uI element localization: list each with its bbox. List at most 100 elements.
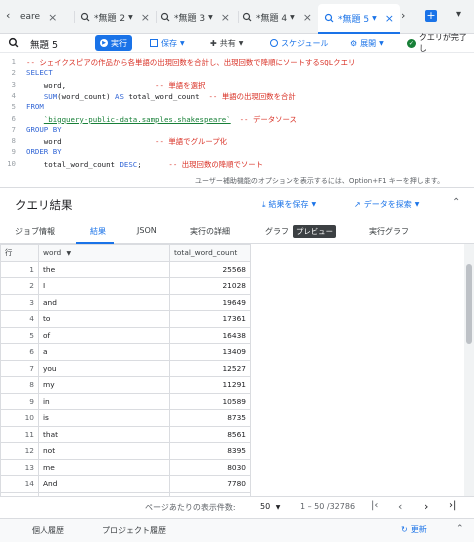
code-token: -- 単語でグループ化	[155, 137, 228, 147]
save-button[interactable]: 保存 ▼	[150, 35, 185, 51]
code-token: total_word_count	[123, 91, 209, 101]
code-token: SUM	[43, 91, 58, 101]
count-cell: 17361	[169, 310, 251, 328]
chart-icon: ↗	[354, 200, 361, 209]
count-cell: 10589	[169, 392, 251, 410]
close-icon[interactable]: ×	[385, 12, 394, 25]
code-token: -- シェイクスピアの作品から各単語の出現回数を合計し、出現回数で降順にソートす…	[26, 58, 356, 67]
last-page-icon[interactable]: ›|	[449, 500, 456, 511]
tab-3[interactable]: *無題 3 ▼ ×	[160, 8, 230, 26]
line-number: 6	[11, 113, 16, 123]
code-line: 6 `bigquery-public-data.samples.shakespe…	[0, 114, 297, 125]
table-row: 10 is 8735	[0, 409, 251, 427]
scroll-thumb[interactable]	[466, 264, 472, 344]
explore-data-button[interactable]: ↗ データを探索 ▼	[354, 199, 419, 210]
word-column-header[interactable]: word ▼	[38, 244, 170, 262]
tab-results[interactable]: 結果	[90, 226, 106, 237]
collapse-footer-icon[interactable]: ⌃	[456, 524, 464, 534]
table-scrollbar[interactable]	[464, 244, 474, 496]
results-table: 行 word ▼ total_word_count 1 the 25568 2 I 210…	[0, 244, 251, 496]
first-page-icon[interactable]: |‹	[371, 500, 378, 511]
table-row: 5 of 16438	[0, 326, 251, 344]
new-tab-button[interactable]: +	[425, 10, 437, 22]
schedule-button[interactable]: スケジュール	[270, 35, 328, 51]
sql-editor[interactable]: 1 -- シェイクスピアの作品から各単語の出現回数を合計し、出現回数で降順にソート…	[0, 52, 474, 187]
tab-label: *無題 3	[174, 13, 206, 24]
code-text: GROUP BY	[26, 125, 62, 136]
sort-down-icon: ▼	[66, 250, 72, 258]
collapse-icon[interactable]: ⌃	[452, 197, 460, 208]
personal-history-tab[interactable]: 個人履歴	[32, 525, 64, 536]
chevron-down-icon: ▼	[275, 504, 281, 511]
code-line: 3 word, -- 単語を選択	[0, 79, 206, 91]
tab-4[interactable]: *無題 4 ▼ ×	[242, 8, 312, 26]
count-cell: 19649	[169, 293, 251, 311]
close-icon[interactable]: ×	[303, 11, 312, 24]
close-icon[interactable]: ×	[141, 11, 150, 24]
close-icon[interactable]: ×	[221, 11, 230, 24]
code-token: AS	[115, 91, 124, 101]
code-token: `bigquery-public-data.samples.shakespear…	[43, 114, 231, 124]
next-page-icon[interactable]: ›	[424, 500, 428, 513]
tabs-menu-icon[interactable]: ▾	[456, 9, 461, 20]
page-range: 1 – 50 /32786	[300, 502, 356, 511]
chevron-down-icon[interactable]: ▼	[208, 14, 213, 21]
table-row: 6 a 13409	[0, 343, 251, 361]
tab-5-active[interactable]: *無題 5 ▼ ×	[318, 4, 400, 34]
accessibility-hint: ユーザー補助機能のオプションを表示するには、Option+F1 キーを押します。	[195, 177, 445, 185]
tabs-scroll-left-icon[interactable]: ‹	[6, 9, 10, 22]
run-button[interactable]: ▶ 実行	[95, 35, 132, 51]
count-cell: 7780	[169, 475, 251, 493]
word-cell: my	[38, 376, 170, 394]
table-row: 3 and 19649	[0, 293, 251, 311]
tab-label: eare	[20, 12, 41, 22]
check-circle-icon: ✓	[407, 38, 416, 48]
table-row: 2 I 21028	[0, 277, 251, 295]
word-cell: to	[38, 310, 170, 328]
project-history-tab[interactable]: プロジェクト履歴	[102, 525, 166, 536]
refresh-button[interactable]: ↻ 更新	[401, 524, 427, 535]
code-token: SELECT	[26, 68, 53, 78]
code-line: 5 FROM	[0, 102, 44, 113]
tab-divider	[156, 11, 157, 23]
tab-json[interactable]: JSON	[137, 226, 157, 235]
per-page-select[interactable]: 50 ▼	[260, 502, 280, 511]
close-icon[interactable]: ×	[48, 11, 57, 24]
word-cell: is	[38, 409, 170, 427]
code-text: word, -- 単語を選択	[26, 80, 206, 91]
count-column-header[interactable]: total_word_count	[169, 244, 251, 262]
tab-chart[interactable]: グラフ	[265, 226, 289, 237]
code-token: word	[26, 137, 156, 147]
tabs-scroll-right-icon[interactable]: ›	[401, 9, 405, 22]
row-number: 4	[0, 310, 39, 328]
prev-page-icon[interactable]: ‹	[398, 500, 402, 513]
count-cell: 13409	[169, 343, 251, 361]
row-number-header: 行	[0, 244, 39, 262]
share-button[interactable]: ✚ 共有 ▼	[210, 35, 243, 51]
chevron-down-icon: ▼	[238, 39, 244, 47]
tab-execution-details[interactable]: 実行の詳細	[190, 226, 230, 237]
chevron-down-icon[interactable]: ▼	[372, 15, 377, 22]
tab-label: *無題 4	[256, 13, 288, 24]
tab-divider	[74, 11, 75, 23]
save-results-button[interactable]: ⤓ 結果を保存 ▼	[262, 199, 316, 210]
chevron-down-icon[interactable]: ▼	[290, 14, 295, 21]
chevron-down-icon[interactable]: ▼	[128, 14, 133, 21]
tab-2[interactable]: *無題 2 ▼ ×	[80, 8, 150, 26]
row-number: 10	[0, 409, 39, 427]
tab-job-info[interactable]: ジョブ情報	[15, 226, 55, 237]
code-text: `bigquery-public-data.samples.shakespear…	[26, 114, 297, 125]
table-row: 9 in 10589	[0, 392, 251, 410]
code-text: SELECT	[26, 68, 53, 79]
tab-1[interactable]: eare ×	[20, 8, 57, 26]
code-line: 7 GROUP BY	[0, 125, 62, 136]
code-text: word -- 単語でグループ化	[26, 136, 227, 147]
tab-execution-graph[interactable]: 実行グラフ	[369, 226, 409, 237]
line-number: 3	[11, 79, 16, 89]
count-cell: 16438	[169, 326, 251, 344]
table-row: 1 the 25568	[0, 260, 251, 278]
expand-button[interactable]: ⚙ 展開 ▼	[350, 35, 384, 51]
chevron-down-icon: ▼	[414, 201, 420, 208]
